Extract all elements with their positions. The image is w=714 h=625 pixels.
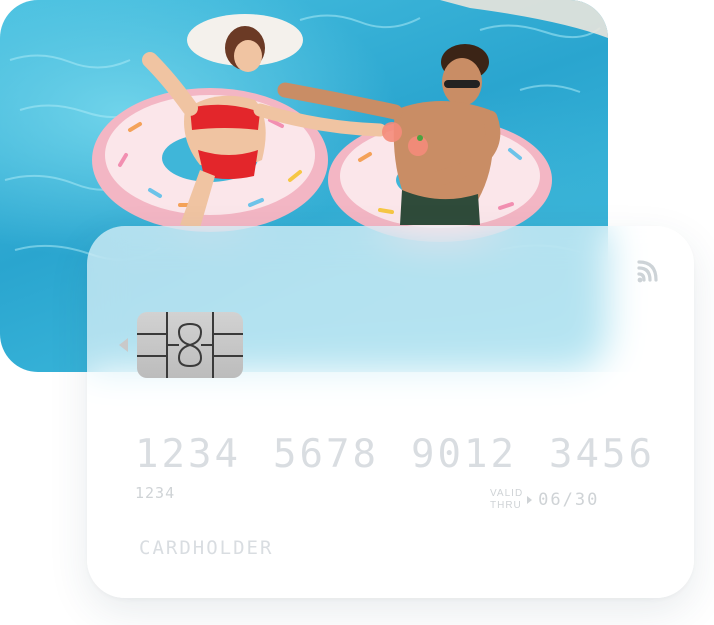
- credit-card: 1234 5678 9012 3456 1234 VALID THRU 06/3…: [87, 226, 694, 598]
- cardholder-name: CARDHOLDER: [139, 537, 274, 559]
- card-number-group-4: 3456: [549, 432, 655, 477]
- card-number-group-3: 9012: [411, 432, 517, 477]
- card-number: 1234 5678 9012 3456: [135, 432, 655, 477]
- valid-thru: VALID THRU 06/30: [490, 488, 599, 512]
- valid-label-bottom: THRU: [490, 500, 522, 511]
- card-number-group-1: 1234: [135, 432, 241, 477]
- valid-arrow-icon: [527, 496, 533, 504]
- chip-icon: [137, 312, 243, 378]
- valid-thru-label: VALID THRU: [490, 488, 523, 512]
- valid-label-top: VALID: [490, 488, 524, 499]
- card-short-number: 1234: [135, 484, 176, 502]
- expiry-date: 06/30: [538, 490, 600, 510]
- card-number-group-2: 5678: [273, 432, 379, 477]
- card-body: [87, 372, 694, 598]
- contactless-icon: [637, 260, 658, 283]
- chip-pointer-icon: [119, 338, 128, 352]
